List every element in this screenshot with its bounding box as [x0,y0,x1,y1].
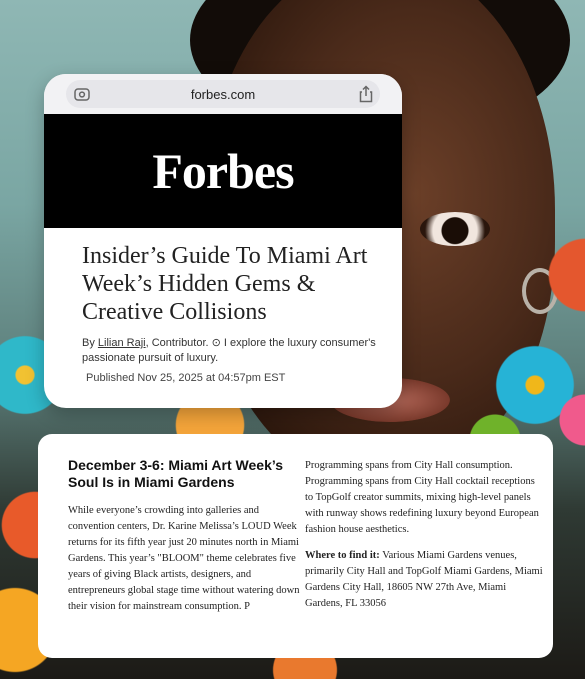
section-title: December 3-6: Miami Art Week’s Soul Is i… [68,457,284,490]
byline-prefix: By [82,337,95,349]
share-icon[interactable] [358,85,374,103]
forbes-masthead: Forbes [44,114,402,228]
forbes-logo[interactable]: Forbes [152,142,294,200]
author-link[interactable]: Lilian Raji [98,337,146,349]
right-column: Programming spans from City Hall consump… [305,434,543,612]
published-date: Published Nov 25, 2025 at 04:57pm EST [86,372,286,384]
section-body-right: Programming spans from City Hall consump… [305,460,539,535]
browser-url-bar: forbes.com [44,74,402,114]
camera-scan-icon[interactable] [74,87,90,101]
url-text: forbes.com [190,86,256,102]
article-headline: Insider’s Guide To Miami Art Week’s Hidd… [82,243,368,325]
section-body-left: While everyone’s crowding into galleries… [68,505,300,612]
eye-shape [420,212,490,246]
article-byline: By Lilian Raji, Contributor. ⊙ I explore… [82,336,378,366]
where-to-find: Where to find it: Various Miami Gardens … [305,548,543,612]
url-field[interactable]: forbes.com [66,80,380,108]
where-label: Where to find it: [305,550,380,561]
forbes-article-card: forbes.com Forbes Insider’s Guide To Mia… [44,74,402,408]
left-column: December 3-6: Miami Art Week’s Soul Is i… [68,434,300,615]
article-section-panel: December 3-6: Miami Art Week’s Soul Is i… [38,434,553,658]
